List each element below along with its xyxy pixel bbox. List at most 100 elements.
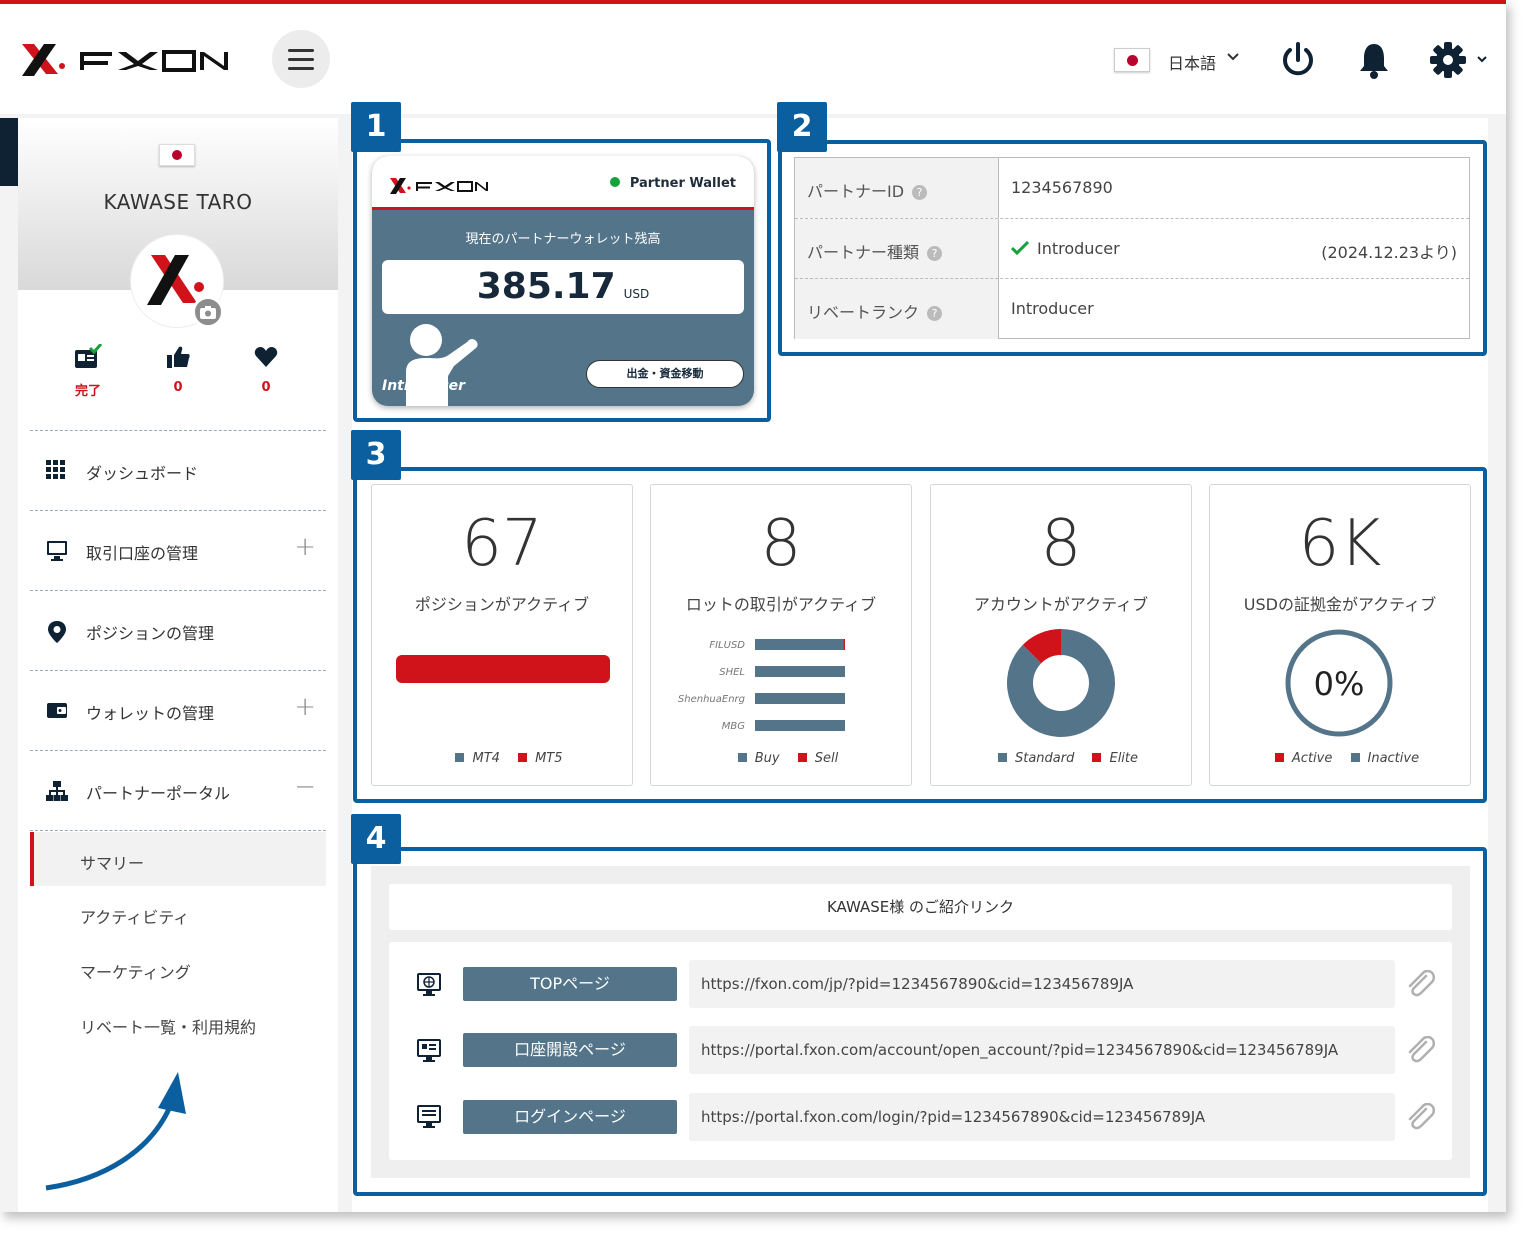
paperclip-copy-icon[interactable] xyxy=(1404,1102,1436,1135)
info-row-partner-type: パートナー種類? Introducer (2024.12.23より) xyxy=(795,218,1469,279)
language-selector[interactable]: 日本語 xyxy=(1168,50,1216,74)
sidebar-item-partner-portal[interactable]: パートナーポータル − xyxy=(30,752,326,830)
stat-caption: アカウントがアクティブ xyxy=(973,595,1149,614)
bar-sell-filusd xyxy=(843,639,845,650)
sidebar-subitem-summary[interactable]: サマリー xyxy=(30,832,326,886)
list-monitor-icon xyxy=(416,1104,442,1134)
paperclip-copy-icon[interactable] xyxy=(1404,969,1436,1002)
sidebar-subitem-rebates-terms[interactable]: リベート一覧・利用規約 xyxy=(30,996,326,1050)
info-row-rebate-rank: リベートランク? Introducer xyxy=(795,278,1469,339)
top-page-url[interactable]: https://fxon.com/jp/?pid=1234567890&cid=… xyxy=(689,960,1395,1008)
thumbs-up-icon xyxy=(167,346,190,368)
monitor-icon xyxy=(47,541,67,561)
wallet-icon xyxy=(47,703,67,718)
gear-icon[interactable] xyxy=(1430,40,1490,84)
info-value: Introducer xyxy=(1037,239,1120,258)
legend-label: Sell xyxy=(814,751,839,766)
wallet-currency: USD xyxy=(623,287,650,301)
profile-likes[interactable]: 0 xyxy=(148,344,208,395)
bar-buy-shenhuaenrg xyxy=(755,693,845,704)
japan-flag-icon xyxy=(159,144,195,166)
profile-name: KAWASE TARO xyxy=(103,190,253,214)
bell-icon[interactable] xyxy=(1356,40,1392,84)
bar-buy-mbg xyxy=(755,720,845,731)
wallet-subtitle: 現在のパートナーウォレット残高 xyxy=(465,232,661,247)
positions-bar-chart xyxy=(396,655,610,683)
hamburger-icon xyxy=(288,49,314,52)
power-icon[interactable] xyxy=(1280,40,1316,84)
legend-label: Inactive xyxy=(1367,751,1420,766)
chart-legend: Standard Elite xyxy=(931,751,1191,766)
sidebar-subitem-marketing[interactable]: マーケティング xyxy=(30,941,326,995)
sidebar-subitem-label: アクティビティ xyxy=(80,908,190,927)
expand-icon[interactable]: + xyxy=(294,532,316,562)
legend-label: Standard xyxy=(1014,751,1075,766)
stat-number: 6K xyxy=(1298,507,1382,581)
sidebar-item-trading-accounts[interactable]: 取引口座の管理 + xyxy=(30,512,326,590)
info-date: (2024.12.23より) xyxy=(1321,243,1457,262)
check-icon xyxy=(1010,240,1030,256)
chart-legend: MT4 MT5 xyxy=(372,751,632,766)
stat-number: 8 xyxy=(760,507,802,581)
callout-badge-4: 4 xyxy=(351,814,401,864)
japan-flag-icon[interactable] xyxy=(1114,48,1150,72)
help-icon[interactable]: ? xyxy=(927,306,943,321)
stat-value: 0 xyxy=(173,380,183,395)
fxon-logo[interactable] xyxy=(18,38,232,86)
chart-legend: Active Inactive xyxy=(1210,751,1470,766)
sidebar-subitem-activity[interactable]: アクティビティ xyxy=(30,886,326,940)
stat-value: 完了 xyxy=(74,384,101,399)
app-frame: 日本語 KAWASE TARO 完了 0 0 ダッシュボード 取引口座の管理 +… xyxy=(0,0,1506,1212)
stat-caption: ロットの取引がアクティブ xyxy=(685,595,877,614)
callout-badge-1: 1 xyxy=(351,102,401,152)
profile-favorites[interactable]: 0 xyxy=(236,344,296,395)
info-value: 1234567890 xyxy=(1011,178,1113,197)
open-account-page-url[interactable]: https://portal.fxon.com/account/open_acc… xyxy=(689,1026,1395,1074)
info-value: Introducer xyxy=(1011,299,1094,318)
grid-icon xyxy=(46,460,65,479)
stat-caption: ポジションがアクティブ xyxy=(414,595,590,614)
login-page-label[interactable]: ログインページ xyxy=(463,1100,677,1134)
open-account-page-label[interactable]: 口座開設ページ xyxy=(463,1033,677,1067)
id-monitor-icon xyxy=(416,1038,442,1068)
camera-icon[interactable] xyxy=(192,296,224,328)
login-page-url[interactable]: https://portal.fxon.com/login/?pid=12345… xyxy=(689,1093,1395,1141)
sidebar-item-label: ポジションの管理 xyxy=(86,624,215,643)
withdraw-transfer-button[interactable]: 出金・資金移動 xyxy=(586,360,744,388)
tick-label-shenhuaenrg: ShenhuaEnrg xyxy=(678,694,745,705)
info-row-partner-id: パートナーID? 1234567890 xyxy=(795,158,1469,218)
paperclip-copy-icon[interactable] xyxy=(1404,1035,1436,1068)
chevron-down-icon[interactable] xyxy=(1226,48,1240,67)
bar-buy-filusd xyxy=(755,639,844,650)
sidebar-item-dashboard[interactable]: ダッシュボード xyxy=(30,432,326,510)
stat-card-accounts: 8 アカウントがアクティブ Standard Elite xyxy=(930,484,1192,786)
gauge-label: 0% xyxy=(1314,665,1365,703)
collapse-icon[interactable]: − xyxy=(294,772,316,802)
info-key: リベートランク xyxy=(807,303,920,322)
bar-mt5 xyxy=(396,655,610,683)
org-chart-icon xyxy=(46,781,68,801)
wallet-balance-box: 385.17 USD xyxy=(382,260,744,314)
menu-toggle-button[interactable] xyxy=(272,30,330,88)
help-icon[interactable]: ? xyxy=(912,185,928,200)
stat-number: 67 xyxy=(461,507,543,581)
legend-label: Elite xyxy=(1109,751,1139,766)
legend-label: MT5 xyxy=(535,751,563,766)
info-key: パートナーID xyxy=(807,182,905,201)
bar-buy-shel xyxy=(755,666,845,677)
top-page-label[interactable]: TOPページ xyxy=(463,967,677,1001)
wallet-role-badge: Introducer xyxy=(382,378,466,394)
sidebar-item-wallet[interactable]: ウォレットの管理 + xyxy=(30,672,326,750)
callout-badge-3: 3 xyxy=(351,430,401,480)
stat-card-positions: 67 ポジションがアクティブ MT4 MT5 xyxy=(371,484,633,786)
tick-label-mbg: MBG xyxy=(722,721,745,732)
info-key: パートナー種類 xyxy=(807,243,920,262)
help-icon[interactable]: ? xyxy=(927,246,943,261)
stat-number: 8 xyxy=(1040,507,1082,581)
expand-icon[interactable]: + xyxy=(294,692,316,722)
referral-title: KAWASE様 のご紹介リンク xyxy=(389,884,1452,930)
sidebar-item-positions[interactable]: ポジションの管理 xyxy=(30,592,326,670)
sidebar-item-label: パートナーポータル xyxy=(86,784,231,803)
chart-legend: Buy Sell xyxy=(651,751,911,766)
profile-status-verified[interactable]: 完了 xyxy=(58,343,118,399)
